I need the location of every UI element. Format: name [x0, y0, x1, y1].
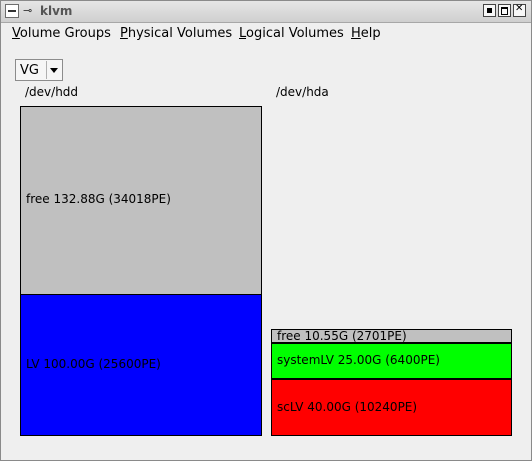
volume-group-select-value: VG — [20, 63, 39, 78]
maximize-button[interactable] — [498, 4, 511, 17]
menu-physical-volumes-label: hysical Volumes — [127, 26, 233, 41]
pv-hda-segment-free[interactable]: free 10.55G (2701PE) — [271, 329, 512, 343]
menu-volume-groups-label: olume Groups — [19, 26, 111, 41]
menu-volume-groups[interactable]: Volume Groups — [12, 26, 111, 41]
window-menu-icon[interactable] — [5, 4, 19, 18]
pv-name-hdd: /dev/hdd — [25, 85, 79, 99]
close-button[interactable] — [513, 3, 526, 17]
segment-label: free 132.88G (34018PE) — [26, 192, 171, 206]
menu-logical-volumes[interactable]: Logical Volumes — [239, 26, 344, 41]
klvm-window: ⊸ klvm Volume Groups Physical Volumes Lo… — [0, 0, 532, 461]
menu-help-label: elp — [360, 26, 381, 41]
segment-label: free 10.55G (2701PE) — [277, 329, 407, 343]
menu-physical-volumes-mnemonic: P — [120, 26, 128, 41]
menu-physical-volumes[interactable]: Physical Volumes — [120, 26, 232, 41]
menu-bar: Volume Groups Physical Volumes Logical V… — [1, 23, 531, 45]
pv-hda-segment-sclv[interactable]: scLV 40.00G (10240PE) — [271, 379, 512, 436]
menu-logical-volumes-mnemonic: L — [239, 26, 247, 41]
pv-hdd-segment-lv[interactable]: LV 100.00G (25600PE) — [20, 294, 262, 436]
menu-help[interactable]: Help — [351, 26, 381, 41]
segment-label: systemLV 25.00G (6400PE) — [277, 353, 440, 367]
segment-label: LV 100.00G (25600PE) — [26, 357, 161, 371]
minimize-button[interactable] — [483, 4, 496, 17]
segment-label: scLV 40.00G (10240PE) — [277, 400, 418, 414]
menu-logical-volumes-label: ogical Volumes — [246, 26, 344, 41]
pin-icon[interactable]: ⊸ — [23, 5, 36, 17]
volume-group-select[interactable]: VG — [15, 59, 63, 81]
pv-hdd-segment-free[interactable]: free 132.88G (34018PE) — [20, 106, 262, 295]
chevron-down-icon[interactable] — [46, 61, 61, 79]
menu-volume-groups-mnemonic: V — [12, 26, 20, 41]
pv-hda-segment-systemlv[interactable]: systemLV 25.00G (6400PE) — [271, 343, 512, 379]
window-title: klvm — [40, 4, 73, 18]
pv-name-hda: /dev/hda — [276, 85, 329, 99]
menu-help-mnemonic: H — [351, 26, 361, 41]
title-bar[interactable]: ⊸ klvm — [1, 1, 531, 23]
